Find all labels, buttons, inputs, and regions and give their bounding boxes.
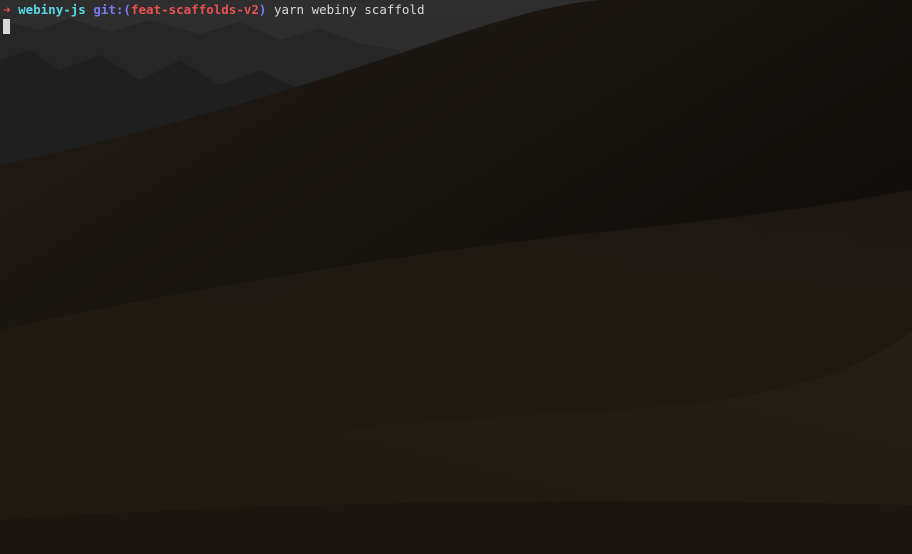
prompt-line: ➜ webiny-js git:(feat-scaffolds-v2) yarn…	[3, 1, 912, 18]
prompt-arrow-icon: ➜	[3, 2, 11, 17]
current-directory: webiny-js	[18, 2, 86, 17]
git-branch: feat-scaffolds-v2	[130, 2, 259, 17]
command-text: yarn webiny scaffold	[273, 2, 425, 17]
input-line[interactable]	[3, 18, 912, 35]
terminal-output: ➜ webiny-js git:(feat-scaffolds-v2) yarn…	[3, 1, 912, 35]
git-prefix: git:(	[93, 2, 131, 17]
desktop-wallpaper	[0, 0, 912, 554]
git-suffix: )	[258, 2, 267, 17]
text-cursor	[3, 19, 10, 34]
terminal-window[interactable]: ➜ webiny-js git:(feat-scaffolds-v2) yarn…	[0, 0, 912, 554]
